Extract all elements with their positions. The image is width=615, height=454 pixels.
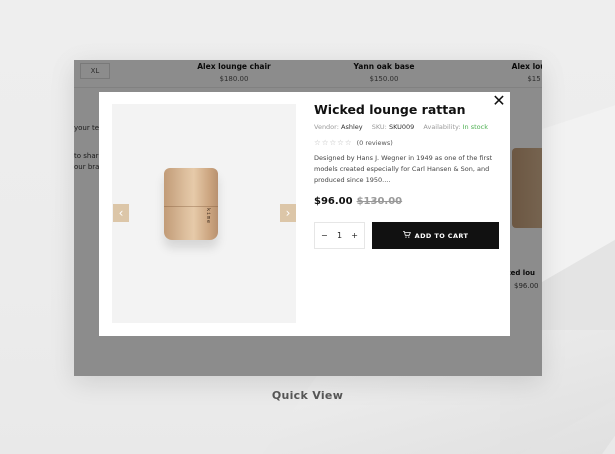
- product-info: Wicked lounge rattan Vendor: Ashley SKU:…: [314, 102, 499, 249]
- brand-mark: kime: [205, 208, 211, 225]
- add-to-cart-label: ADD TO CART: [414, 231, 469, 240]
- screenshot-frame: XL Alex lounge chair $180.00 Yann oak ba…: [74, 60, 542, 376]
- add-to-cart-button[interactable]: ADD TO CART: [372, 222, 499, 249]
- price-row: $96.00 $130.00: [314, 196, 499, 207]
- chevron-right-icon[interactable]: ›: [280, 204, 296, 222]
- vendor-label: Vendor:: [314, 123, 339, 131]
- wooden-cup: kime: [164, 168, 218, 240]
- rating: ☆☆☆☆☆ (0 reviews): [314, 138, 499, 147]
- cart-icon: [402, 231, 411, 240]
- product-meta: Vendor: Ashley SKU: SKU009 Availability:…: [314, 123, 499, 131]
- availability-value: In stock: [462, 123, 488, 131]
- product-image: kime ‹ ›: [112, 104, 296, 323]
- cart-row: − 1 + ADD TO CART: [314, 222, 499, 249]
- quantity-stepper: − 1 +: [314, 222, 365, 249]
- caption: Quick View: [271, 389, 344, 402]
- quantity-increase-button[interactable]: +: [351, 231, 358, 240]
- sku-value: SKU009: [388, 123, 415, 131]
- review-count[interactable]: (0 reviews): [357, 139, 393, 147]
- product-description: Designed by Hans J. Wegner in 1949 as on…: [314, 154, 493, 184]
- star-icon: ☆☆☆☆☆: [314, 138, 353, 147]
- product-price: $96.00: [314, 196, 353, 207]
- quantity-value[interactable]: 1: [337, 231, 342, 240]
- wood-seam: [164, 206, 218, 207]
- vendor-value[interactable]: Ashley: [341, 123, 363, 131]
- chevron-left-icon[interactable]: ‹: [113, 204, 129, 222]
- sku-label: SKU:: [371, 123, 387, 131]
- quick-view-modal: ✕ kime ‹ › Wicked lounge rattan Vendor: …: [99, 92, 510, 336]
- compare-price: $130.00: [356, 196, 403, 207]
- product-title: Wicked lounge rattan: [314, 102, 466, 117]
- availability-label: Availability:: [423, 123, 461, 131]
- quantity-decrease-button[interactable]: −: [321, 231, 328, 240]
